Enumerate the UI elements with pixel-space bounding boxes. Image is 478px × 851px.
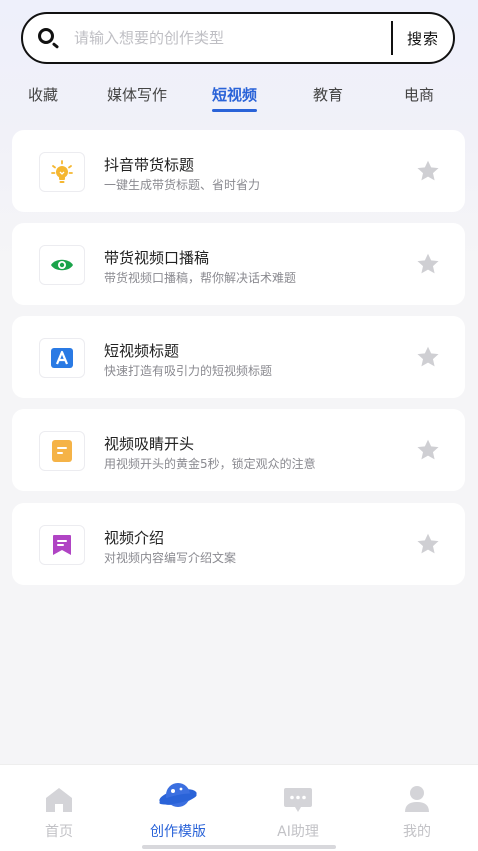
tab-ecommerce[interactable]: 电商 xyxy=(404,84,434,105)
template-subtitle: 一键生成带货标题、省时省力 xyxy=(104,178,261,192)
planet-icon xyxy=(133,777,223,813)
template-card[interactable]: 短视频标题 快速打造有吸引力的短视频标题 xyxy=(12,316,465,398)
template-card[interactable]: 抖音带货标题 一键生成带货标题、省时省力 xyxy=(12,130,465,212)
template-subtitle: 对视频内容编写介绍文案 xyxy=(104,551,237,565)
bottom-nav: 首页 创作模版 AI助理 我的 xyxy=(0,764,478,851)
template-card[interactable]: 视频介绍 对视频内容编写介绍文案 xyxy=(12,503,465,585)
template-subtitle: 带货视频口播稿，帮你解决话术难题 xyxy=(104,271,297,285)
nav-home[interactable]: 首页 xyxy=(14,777,104,841)
home-indicator xyxy=(142,845,336,849)
template-card[interactable]: 带货视频口播稿 带货视频口播稿，帮你解决话术难题 xyxy=(12,223,465,305)
template-card[interactable]: 视频吸睛开头 用视频开头的黄金5秒，锁定观众的注意 xyxy=(12,409,465,491)
favorite-star-icon[interactable] xyxy=(415,158,441,184)
active-tab-underline xyxy=(212,109,258,112)
tab-label: 短视频 xyxy=(212,86,258,104)
search-divider xyxy=(390,21,393,55)
template-title: 视频吸睛开头 xyxy=(104,435,195,453)
nav-label: 首页 xyxy=(45,824,73,840)
nav-profile[interactable]: 我的 xyxy=(372,777,462,841)
nav-ai-assistant[interactable]: AI助理 xyxy=(253,777,343,841)
nav-templates[interactable]: 创作模版 xyxy=(133,777,223,841)
template-title: 短视频标题 xyxy=(104,342,180,360)
tab-media-writing[interactable]: 媒体写作 xyxy=(107,84,167,105)
favorite-star-icon[interactable] xyxy=(415,531,441,557)
user-icon xyxy=(372,777,462,813)
favorite-star-icon[interactable] xyxy=(415,251,441,277)
search-input[interactable] xyxy=(72,28,391,48)
tab-label: 媒体写作 xyxy=(107,86,168,104)
template-title: 抖音带货标题 xyxy=(104,156,195,174)
tab-label: 电商 xyxy=(404,86,435,104)
tab-label: 教育 xyxy=(313,86,344,104)
lightbulb-icon xyxy=(39,152,85,192)
category-tabs: 收藏 媒体写作 短视频 教育 电商 xyxy=(0,80,478,116)
home-icon xyxy=(14,777,104,813)
tab-short-video[interactable]: 短视频 xyxy=(212,84,258,112)
template-subtitle: 用视频开头的黄金5秒，锁定观众的注意 xyxy=(104,457,316,471)
favorite-star-icon[interactable] xyxy=(415,344,441,370)
template-title: 带货视频口播稿 xyxy=(104,249,210,267)
eye-icon xyxy=(39,245,85,285)
letter-a-icon xyxy=(39,338,85,378)
search-icon[interactable] xyxy=(36,25,62,51)
tab-favorites[interactable]: 收藏 xyxy=(28,84,58,105)
tab-education[interactable]: 教育 xyxy=(313,84,343,105)
nav-label: 我的 xyxy=(403,824,431,840)
search-button[interactable]: 搜索 xyxy=(407,28,439,49)
template-title: 视频介绍 xyxy=(104,529,165,547)
nav-label: 创作模版 xyxy=(150,824,206,840)
chat-icon xyxy=(253,777,343,813)
template-subtitle: 快速打造有吸引力的短视频标题 xyxy=(104,364,273,378)
tab-label: 收藏 xyxy=(28,86,59,104)
document-icon xyxy=(39,431,85,471)
nav-label: AI助理 xyxy=(277,824,319,840)
bookmark-icon xyxy=(39,525,85,565)
search-bar: 搜索 xyxy=(21,12,455,64)
favorite-star-icon[interactable] xyxy=(415,437,441,463)
